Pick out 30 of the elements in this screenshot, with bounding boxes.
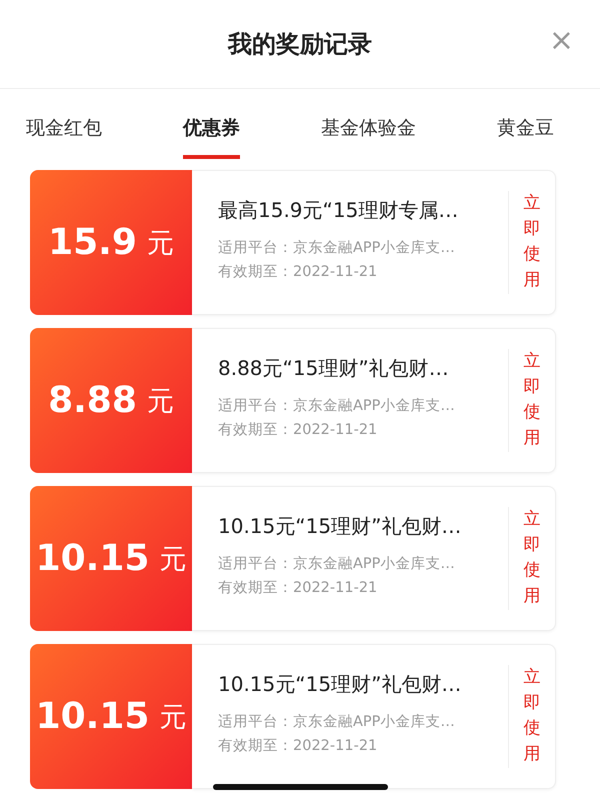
currency-unit: 元	[159, 700, 186, 734]
coupon-platform: 适用平台：京东金融APP小金库支…	[218, 554, 456, 574]
coupon-platform: 适用平台：京东金融APP小金库支…	[218, 712, 456, 732]
currency-unit: 元	[146, 384, 174, 418]
page-title: 我的奖励记录	[228, 29, 372, 60]
coupon-title: 最高15.9元“15理财专属…	[218, 197, 460, 224]
coupon-platform: 适用平台：京东金融APP小金库支…	[218, 396, 456, 416]
tab[interactable]: 基金体验金	[321, 115, 416, 159]
use-now-button[interactable]: 立即使用	[524, 349, 540, 451]
coupon-expiry: 有效期至：2022-11-21	[218, 421, 378, 440]
coupon-amount: 10.15	[36, 538, 150, 579]
coupon-amount: 10.15	[36, 696, 150, 737]
use-now-button[interactable]: 立即使用	[524, 191, 540, 293]
use-now-button[interactable]: 立即使用	[524, 665, 540, 767]
coupon-platform: 适用平台：京东金融APP小金库支…	[218, 238, 456, 258]
coupon-amount: 8.88	[48, 380, 137, 421]
coupon-expiry: 有效期至：2022-11-21	[218, 263, 378, 282]
currency-unit: 元	[159, 542, 186, 576]
tab[interactable]: 优惠券	[183, 115, 240, 159]
coupon-expiry: 有效期至：2022-11-21	[218, 579, 378, 598]
coupon-title: 10.15元“15理财”礼包财…	[218, 513, 462, 540]
use-now-button[interactable]: 立即使用	[524, 507, 540, 609]
coupon-amount: 15.9	[48, 222, 137, 263]
close-button[interactable]: ×	[548, 26, 574, 56]
coupon-title: 8.88元“15理财”礼包财…	[218, 355, 450, 382]
tab[interactable]: 现金红包	[26, 115, 102, 159]
currency-unit: 元	[146, 226, 174, 260]
coupon-title: 10.15元“15理财”礼包财…	[218, 671, 462, 698]
coupon-expiry: 有效期至：2022-11-21	[218, 737, 378, 756]
tab[interactable]: 黄金豆	[497, 115, 554, 159]
